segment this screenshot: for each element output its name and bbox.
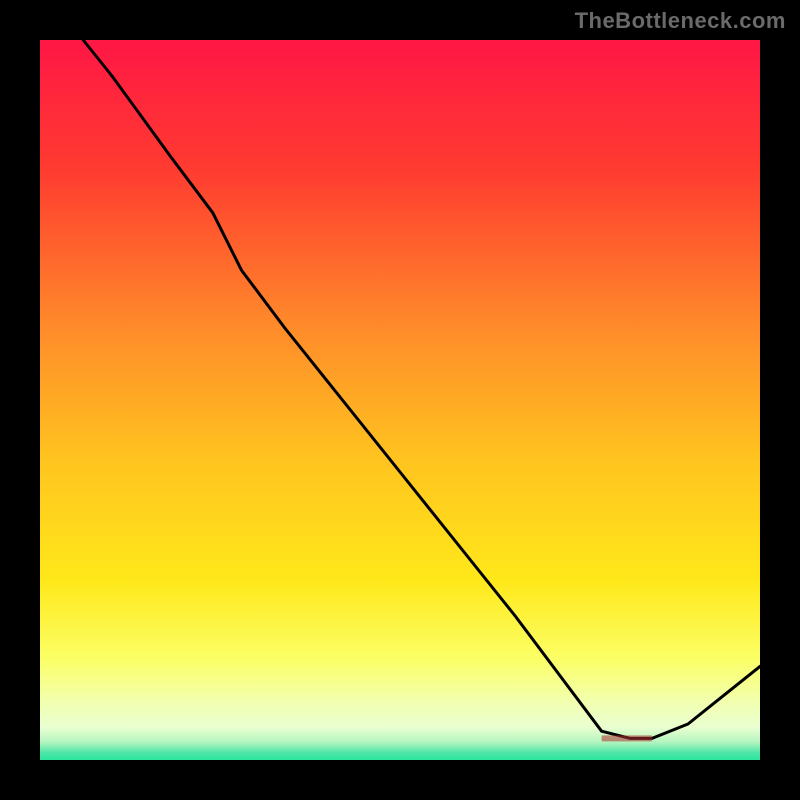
chart-frame: TheBottleneck.com xyxy=(0,0,800,800)
bottleneck-chart xyxy=(0,0,800,800)
plot-background xyxy=(40,40,760,760)
watermark-text: TheBottleneck.com xyxy=(575,8,786,34)
flat-segment-marker xyxy=(602,735,652,741)
